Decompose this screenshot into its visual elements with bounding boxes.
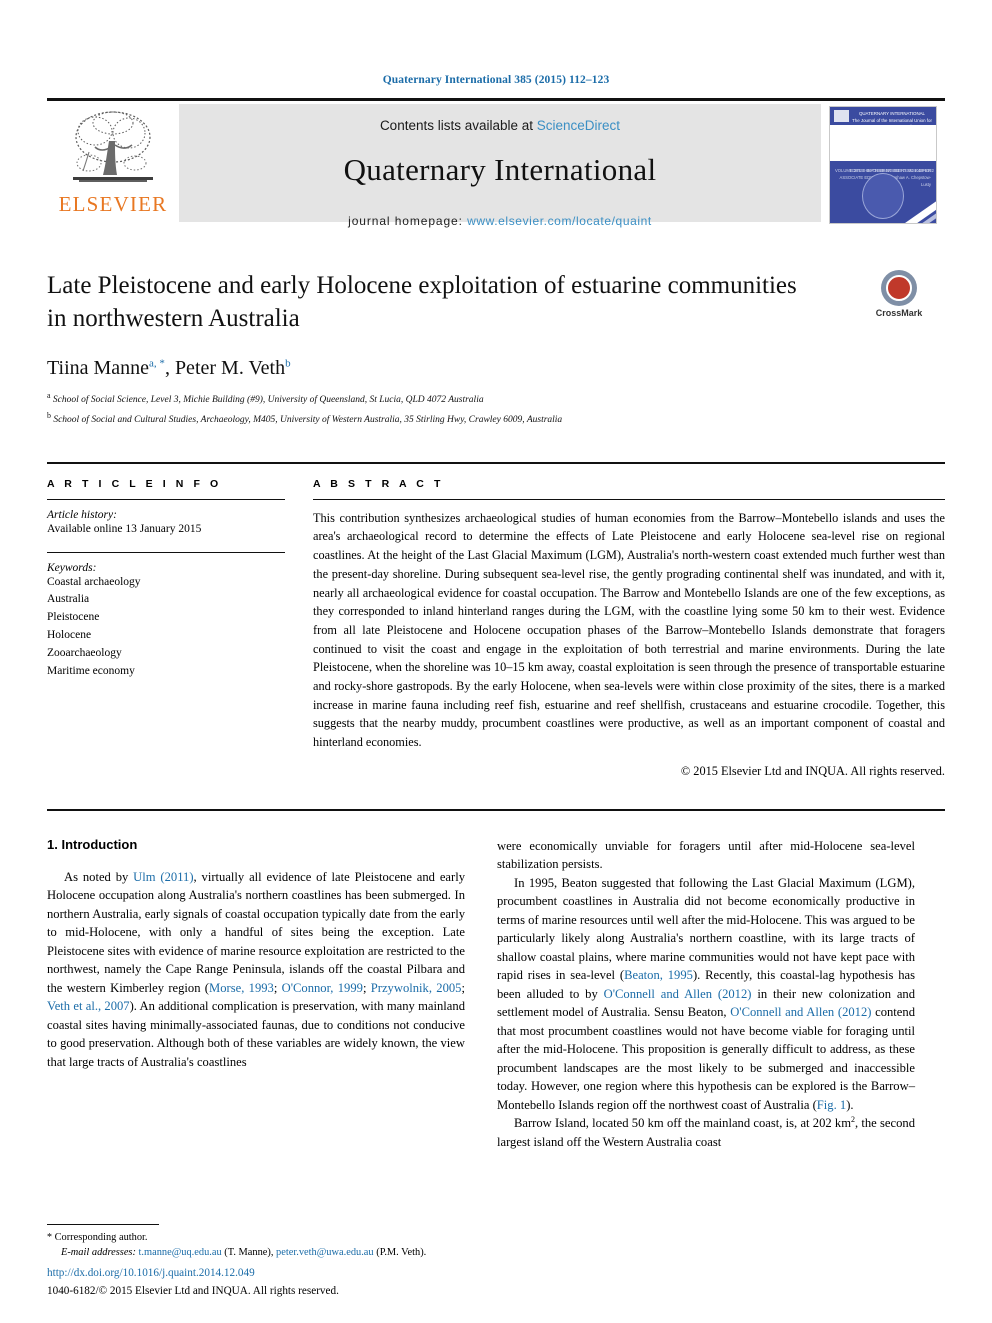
journal-title: Quaternary International [343, 152, 657, 187]
info-abstract-region: A R T I C L E I N F O Article history: A… [47, 461, 945, 779]
email-addresses-label: E-mail addresses: [61, 1247, 136, 1259]
citation-oconnell-allen-2012-a[interactable]: O'Connell and Allen (2012) [604, 987, 752, 1001]
citation-oconnor-1999[interactable]: O'Connor, 1999 [282, 981, 363, 995]
email-link-manne[interactable]: t.manne@uq.edu.au [139, 1247, 222, 1258]
abstract-text: This contribution synthesizes archaeolog… [313, 510, 945, 749]
title-block: CrossMark Late Pleistocene and early Hol… [47, 270, 945, 428]
citation-sep-1: ; [273, 980, 282, 995]
intro-paragraph-1-continued: were economically unviable for foragers … [497, 838, 915, 872]
crossmark-icon [881, 270, 917, 306]
keyword-item: Zooarchaeology [47, 646, 122, 659]
body-columns: 1. Introduction As noted by Ulm (2011), … [47, 837, 945, 1152]
author-list: Tiina Mannea, *, Peter M. Vethb [47, 357, 291, 379]
footnote-rule [47, 1223, 159, 1225]
intro-p3-text-a: Barrow Island, located 50 km off the mai… [514, 1116, 851, 1131]
intro-p2-text-d: contend that most procumbent coastlines … [497, 1005, 915, 1112]
keywords-label: Keywords: [47, 561, 97, 574]
article-history-value: Available online 13 January 2015 [47, 522, 202, 535]
email-owner-1: (T. Manne), [221, 1247, 277, 1259]
body-right-column: were economically unviable for foragers … [497, 837, 915, 1152]
intro-p2-text-a: In 1995, Beaton suggested that following… [497, 875, 915, 983]
paper-page: Quaternary International 385 (2015) 112–… [0, 0, 992, 1323]
cover-logo-box [834, 110, 849, 122]
affiliation-2: b School of Social and Cultural Studies,… [47, 410, 945, 428]
corresponding-author-footnote: * Corresponding author. E-mail addresses… [47, 1223, 465, 1261]
section-heading-introduction: 1. Introduction [47, 836, 138, 852]
crossmark-badge[interactable]: CrossMark [853, 270, 945, 318]
keyword-item: Maritime economy [47, 664, 135, 677]
article-history-label: Article history: [47, 508, 117, 521]
citation-przywolnik-2005[interactable]: Przywolnik, 2005 [371, 981, 462, 995]
affiliation-mark-2: b [47, 410, 51, 420]
email-link-veth[interactable]: peter.veth@uwa.edu.au [276, 1247, 374, 1258]
citation-morse-1993[interactable]: Morse, 1993 [209, 981, 274, 995]
cover-title: QUATERNARY INTERNATIONAL [858, 111, 926, 116]
intro-p1-text-b: , virtually all evidence of late Pleisto… [47, 869, 466, 995]
sciencedirect-link[interactable]: ScienceDirect [537, 118, 620, 133]
figure-link-fig1[interactable]: Fig. 1 [817, 1098, 846, 1112]
elsevier-tree-icon [65, 107, 161, 191]
intro-p2-text-e: ). [846, 1097, 854, 1112]
doi-footer: http://dx.doi.org/10.1016/j.quaint.2014.… [47, 1265, 547, 1301]
citation-veth-etal-2007[interactable]: Veth et al., 2007 [47, 999, 130, 1013]
intro-p1-text-a: As noted by [64, 869, 134, 884]
abstract-column: A B S T R A C T This contribution synthe… [313, 478, 945, 779]
citation-sep-3: ; [461, 980, 465, 995]
corresponding-author-line: * Corresponding author. [47, 1230, 465, 1246]
inqua-emblem-icon [862, 173, 904, 219]
crossmark-inner-shield [886, 275, 912, 301]
affiliation-1: a School of Social Science, Level 3, Mic… [47, 390, 945, 408]
contents-prefix: Contents lists available at [379, 118, 537, 133]
affiliation-mark-1: a [47, 391, 51, 400]
author-marks-2: b [285, 357, 291, 370]
author-name-1[interactable]: Tiina Manne [47, 357, 149, 379]
keyword-item: Holocene [47, 629, 92, 641]
affiliation-text-1: School of Social Science, Level 3, Michi… [52, 395, 484, 406]
citation-sep-2: ; [362, 980, 371, 995]
email-owner-2: (P.M. Veth). [376, 1247, 427, 1259]
article-info-heading: A R T I C L E I N F O [47, 477, 222, 490]
journal-masthead: ELSEVIER Contents lists available at Sci… [47, 98, 945, 228]
article-info-rule [47, 498, 285, 500]
keyword-item: Australia [47, 593, 90, 606]
author-marks-1: a, * [149, 357, 165, 370]
intro-paragraph-3: Barrow Island, located 50 km off the mai… [497, 1114, 915, 1151]
intro-paragraph-1: As noted by Ulm (2011), virtually all ev… [47, 868, 465, 1072]
citation-oconnell-allen-2012-b[interactable]: O'Connell and Allen (2012) [730, 1005, 871, 1019]
corresponding-author-label: Corresponding author. [52, 1231, 148, 1243]
journal-homepage-line: journal homepage: www.elsevier.com/locat… [348, 214, 652, 228]
article-info-column: A R T I C L E I N F O Article history: A… [47, 478, 285, 779]
homepage-label: journal homepage: [348, 214, 468, 228]
cover-white-band [830, 125, 936, 161]
issn-copyright-line: 1040-6182/© 2015 Elsevier Ltd and INQUA.… [47, 1285, 339, 1298]
elsevier-wordmark: ELSEVIER [58, 192, 168, 216]
journal-cover-thumbnail: QUATERNARY INTERNATIONAL The Journal of … [821, 101, 945, 226]
contents-available-line: Contents lists available at ScienceDirec… [380, 118, 620, 133]
author-name-2[interactable]: Peter M. Veth [175, 357, 285, 379]
citation-ulm-2011[interactable]: Ulm (2011) [133, 870, 193, 884]
citation-beaton-1995[interactable]: Beaton, 1995 [624, 968, 693, 982]
elsevier-logo: ELSEVIER [47, 101, 179, 226]
keywords-rule [47, 551, 285, 553]
keyword-item: Coastal archaeology [47, 575, 141, 588]
abstract-rule [313, 498, 945, 500]
body-separator-rule [47, 808, 945, 811]
intro-paragraph-2: In 1995, Beaton suggested that following… [497, 874, 915, 1115]
abstract-copyright: © 2015 Elsevier Ltd and INQUA. All right… [680, 763, 945, 778]
running-head: Quaternary International 385 (2015) 112–… [382, 74, 610, 86]
crossmark-label: CrossMark [875, 308, 923, 318]
email-addresses-line: E-mail addresses: t.manne@uq.edu.au (T. … [47, 1245, 465, 1261]
page-title: Late Pleistocene and early Holocene expl… [47, 272, 797, 332]
masthead-center-panel: Contents lists available at ScienceDirec… [179, 104, 821, 228]
doi-link[interactable]: http://dx.doi.org/10.1016/j.quaint.2014.… [47, 1265, 547, 1283]
affiliation-text-2: School of Social and Cultural Studies, A… [53, 415, 563, 426]
homepage-url-link[interactable]: www.elsevier.com/locate/quaint [467, 214, 652, 228]
cover-image: QUATERNARY INTERNATIONAL The Journal of … [829, 106, 937, 224]
keyword-item: Pleistocene [47, 611, 100, 624]
body-left-column: 1. Introduction As noted by Ulm (2011), … [47, 837, 465, 1152]
abstract-heading: A B S T R A C T [313, 477, 444, 490]
